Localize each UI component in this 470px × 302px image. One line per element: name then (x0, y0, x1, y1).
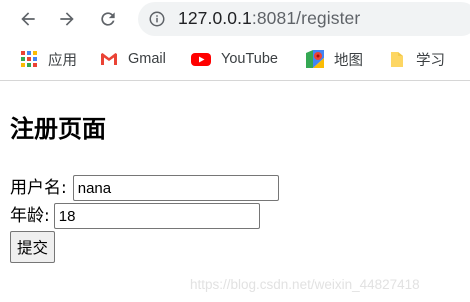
site-info-icon[interactable] (148, 10, 166, 28)
bookmark-maps[interactable]: 地图 (306, 48, 363, 70)
forward-button[interactable] (55, 7, 79, 31)
reload-icon (101, 12, 115, 26)
bookmark-folder-study[interactable]: 学习 (388, 48, 445, 70)
page-title: 注册页面 (10, 115, 106, 143)
age-input[interactable] (53, 203, 260, 229)
username-input[interactable] (72, 175, 279, 201)
maps-icon (306, 50, 324, 68)
bookmark-youtube[interactable]: YouTube (191, 48, 278, 70)
username-row: 用户名: (10, 175, 279, 201)
bookmark-label: Gmail (128, 51, 166, 67)
url-text: 127.0.0.1:8081/register (178, 8, 360, 29)
bookmarks-bar: 应用 Gmail YouTube 地图 学习 (0, 38, 470, 81)
bookmark-label: 学习 (416, 52, 445, 69)
watermark-text: https://blog.csdn.net/weixin_44827418 (190, 277, 420, 292)
address-bar[interactable]: 127.0.0.1:8081/register (138, 2, 470, 36)
url-host: 127.0.0.1 (178, 8, 252, 28)
apps-grid-icon (20, 50, 38, 68)
submit-button[interactable]: 提交 (10, 231, 56, 263)
url-path: :8081/register (251, 8, 361, 28)
username-label: 用户名: (10, 178, 67, 198)
bookmark-label: 地图 (334, 52, 363, 69)
age-row: 年龄: (10, 203, 260, 229)
back-arrow-icon (21, 12, 35, 26)
page-content: 注册页面 用户名: 年龄: 提交 https://blog.csdn.net/w… (0, 81, 470, 302)
bookmark-gmail[interactable]: Gmail (100, 48, 166, 70)
bookmark-label: 应用 (48, 52, 77, 69)
back-button[interactable] (16, 7, 40, 31)
age-label: 年龄: (10, 206, 50, 226)
gmail-icon (100, 50, 118, 68)
reload-button[interactable] (96, 7, 120, 31)
browser-toolbar: 127.0.0.1:8081/register (0, 0, 470, 38)
youtube-icon (191, 50, 211, 68)
folder-icon (388, 50, 406, 68)
forward-arrow-icon (60, 12, 74, 26)
bookmark-apps[interactable]: 应用 (20, 48, 77, 70)
bookmark-label: YouTube (221, 51, 278, 67)
